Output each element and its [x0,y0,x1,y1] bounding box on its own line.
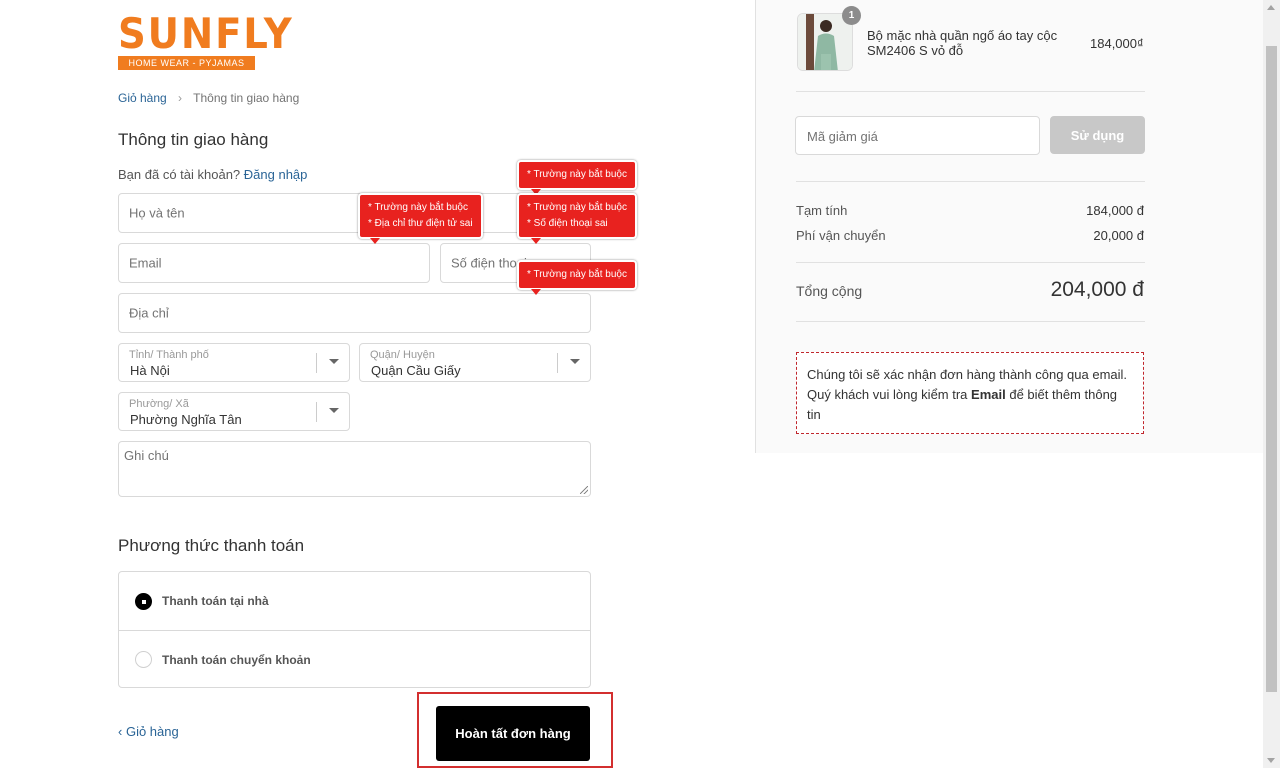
complete-order-button[interactable]: Hoàn tất đơn hàng [436,706,590,761]
email-required-message: * Trường này bắt buộc [368,202,468,213]
divider [796,321,1145,322]
ward-select[interactable]: Phường/ Xã Phường Nghĩa Tân [118,392,350,431]
name-error-tooltip: * Trường này bắt buộc [517,160,637,195]
district-value: Quận Cầu Giấy [371,363,461,378]
vertical-scrollbar[interactable] [1263,0,1280,768]
checkout-page: { "logo": { "brand": "SUNFLY", "tagline"… [0,0,1280,768]
address-placeholder: Địa chỉ [129,305,169,321]
payment-option-transfer[interactable]: Thanh toán chuyển khoản [119,630,590,688]
logo-tagline: HOME WEAR - PYJAMAS [118,56,255,70]
payment-option-label: Thanh toán chuyển khoản [162,652,311,667]
district-select[interactable]: Quận/ Huyện Quận Cầu Giấy [359,343,591,382]
email-placeholder: Email [129,255,162,271]
breadcrumb-cart-link[interactable]: Giỏ hàng [118,91,167,105]
payment-methods: Thanh toán tại nhà Thanh toán chuyển kho… [118,571,591,688]
discount-placeholder: Mã giảm giá [807,129,878,144]
scroll-up-icon[interactable] [1267,5,1275,10]
subtotal-label: Tạm tính [796,203,848,218]
scrollbar-thumb[interactable] [1266,46,1277,692]
shipping-fee-value: 20,000 đ [1093,228,1144,243]
province-value: Hà Nội [130,363,170,378]
phone-invalid-message: * Số điện thoại sai [527,218,608,229]
note-placeholder: Ghi chú [124,448,169,463]
product-price: 184,000₫ [1090,36,1144,51]
district-label: Quận/ Huyện [370,349,435,361]
divider [796,262,1145,263]
login-link[interactable]: Đăng nhập [244,167,308,182]
chevron-down-icon [329,408,339,413]
select-divider [316,353,317,373]
email-error-tooltip: * Trường này bắt buộc * Địa chỉ thư điện… [358,193,483,244]
divider [796,91,1145,92]
select-divider [557,353,558,373]
email-invalid-message: * Địa chỉ thư điện tử sai [368,218,473,229]
phone-error-tooltip: * Trường này bắt buộc * Số điện thoại sa… [517,193,637,244]
address-field[interactable]: Địa chỉ [118,293,591,333]
note-textarea[interactable]: Ghi chú [118,441,591,497]
chevron-down-icon [329,359,339,364]
apply-discount-button[interactable]: Sử dụng [1050,116,1145,154]
discount-code-input[interactable]: Mã giảm giá [795,116,1040,155]
phone-placeholder: Số điện thoại [451,255,527,271]
breadcrumb: Giỏ hàng › Thông tin giao hàng [118,91,299,105]
radio-unselected[interactable] [135,651,152,668]
back-to-cart-link[interactable]: ‹ Giỏ hàng [118,724,179,739]
chevron-right-icon: › [178,91,183,105]
total-label: Tổng cộng [796,283,863,299]
confirmation-notice: Chúng tôi sẽ xác nhận đơn hàng thành côn… [796,352,1144,434]
payment-option-cod[interactable]: Thanh toán tại nhà [119,572,590,630]
shipping-fee-label: Phí vận chuyển [796,228,886,243]
phone-required-message: * Trường này bắt buộc [527,202,627,213]
radio-selected[interactable] [135,592,152,610]
full-name-placeholder: Họ và tên [129,205,185,221]
resize-handle-icon[interactable] [580,486,588,494]
select-divider [316,402,317,422]
breadcrumb-current: Thông tin giao hàng [193,91,300,105]
total-value: 204,000 đ [1050,278,1144,301]
payment-title: Phương thức thanh toán [118,536,305,555]
product-name: Bộ mặc nhà quần ngố áo tay cộc SM2406 S … [867,28,1058,58]
notice-email-bold: Email [971,387,1006,402]
back-to-cart-label: Giỏ hàng [125,724,179,739]
name-required-message: * Trường này bắt buộc [527,169,627,180]
sunfly-logo[interactable]: SUNFLY HOME WEAR - PYJAMAS [118,9,294,70]
divider [796,181,1145,182]
payment-option-label: Thanh toán tại nhà [162,594,269,608]
quantity-badge: 1 [842,6,861,25]
subtotal-value: 184,000 đ [1086,203,1144,218]
logo-brand: SUNFLY [118,9,294,58]
chevron-down-icon [570,359,580,364]
account-prompt: Bạn đã có tài khoản? Đăng nhập [118,167,307,182]
province-select[interactable]: Tỉnh/ Thành phố Hà Nội [118,343,350,382]
province-label: Tỉnh/ Thành phố [129,349,209,361]
address-error-tooltip: * Trường này bắt buộc [517,260,637,295]
ward-label: Phường/ Xã [129,398,189,410]
address-required-message: * Trường này bắt buộc [527,269,627,280]
ward-value: Phường Nghĩa Tân [130,412,242,427]
account-prompt-text: Bạn đã có tài khoản? [118,167,241,182]
shipping-title: Thông tin giao hàng [118,130,269,149]
email-field[interactable]: Email [118,243,430,283]
scroll-down-icon[interactable] [1267,758,1275,763]
chevron-left-icon: ‹ [118,724,123,739]
